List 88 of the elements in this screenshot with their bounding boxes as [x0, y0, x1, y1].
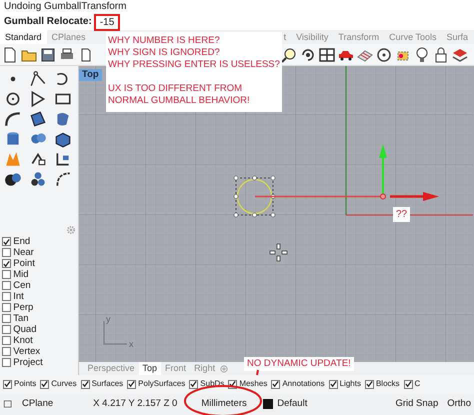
checkbox[interactable]: [271, 380, 280, 388]
note-text: UX IS TOO DIFFERENT FROM NORMAL GUMBALL BEHAVIOR!: [108, 83, 251, 107]
lightbulb-icon[interactable]: [414, 46, 430, 62]
toolbar-tab[interactable]: Curve Tools: [384, 30, 442, 44]
checkbox[interactable]: [189, 380, 198, 388]
layers-icon[interactable]: [452, 46, 468, 62]
filter-label: Surfaces: [92, 378, 124, 390]
checkbox[interactable]: [364, 380, 374, 388]
checkbox[interactable]: [2, 358, 11, 367]
toolbar-tab[interactable]: Visibility: [291, 30, 334, 44]
checkbox[interactable]: [80, 380, 90, 388]
units-label[interactable]: Millimeters: [201, 396, 247, 412]
checkbox[interactable]: [2, 281, 11, 290]
save-icon[interactable]: [40, 46, 56, 62]
filter-label: C: [414, 378, 420, 390]
osnap-label: Mid: [13, 269, 29, 280]
coordinates: X 4.217 Y 2.157 Z 0: [93, 396, 178, 411]
viewport-tab[interactable]: Top: [138, 362, 162, 375]
viewport-title[interactable]: Top: [79, 69, 102, 81]
axis-label: x: [129, 339, 134, 349]
new-file-icon[interactable]: [2, 46, 18, 62]
axis-label: y: [106, 314, 110, 324]
osnap-label: Vertex: [13, 346, 40, 357]
rotate-view-icon[interactable]: [300, 46, 316, 62]
osnap-label: Point: [13, 258, 35, 269]
leader-line: [256, 370, 259, 376]
four-viewports-icon[interactable]: [319, 46, 335, 62]
cplane-label[interactable]: CPlane: [22, 396, 54, 412]
panel-icon[interactable]: [3, 399, 13, 409]
checkbox[interactable]: [2, 248, 11, 257]
checkbox[interactable]: [2, 325, 11, 334]
osnap-label: Quad: [13, 324, 36, 335]
checkbox[interactable]: [2, 270, 11, 279]
arc-icon[interactable]: [3, 110, 23, 128]
surface-icon[interactable]: [28, 110, 48, 128]
checkbox[interactable]: [40, 380, 50, 388]
checkbox[interactable]: [2, 259, 11, 268]
checkbox[interactable]: [2, 314, 11, 323]
filter-label: Annotations: [282, 378, 325, 390]
toolbar-tab[interactable]: t: [282, 30, 292, 44]
viewport-tab[interactable]: Perspective: [84, 362, 139, 375]
command-prompt: Gumball Relocate:: [4, 15, 92, 29]
toolbar-tab[interactable]: Transform: [333, 30, 384, 44]
checkbox[interactable]: [3, 380, 12, 388]
toolbar-tab[interactable]: Standard: [0, 30, 47, 44]
checkbox[interactable]: [404, 380, 413, 388]
osnap-label: Project: [13, 357, 43, 368]
filter-label: PolySurfaces: [138, 378, 186, 390]
cursor-drawing: [270, 244, 288, 262]
osnap-label: Int: [13, 291, 24, 302]
filter-label: Meshes: [239, 378, 268, 390]
filter-label: Points: [14, 378, 36, 390]
checkbox[interactable]: [2, 237, 11, 246]
note-text: NO DYNAMIC UPDATE!: [244, 357, 354, 371]
status-toggle[interactable]: Grid Snap: [395, 396, 438, 412]
checkbox[interactable]: [2, 336, 11, 345]
osnap-label: Near: [13, 247, 34, 258]
osnap-label: Cen: [13, 280, 31, 291]
selected-circle[interactable]: [234, 176, 276, 218]
toolbar-tab[interactable]: Surfa: [441, 30, 473, 44]
toolbar-tab[interactable]: CPlanes: [46, 30, 91, 44]
status-message: Undoing GumballTransform: [3, 0, 128, 14]
viewport-tab[interactable]: Right: [190, 362, 220, 375]
layer-swatch[interactable]: [262, 399, 273, 409]
filter-label: Curves: [51, 378, 77, 390]
osnap-label: Knot: [13, 335, 33, 346]
layer-label[interactable]: Default: [277, 396, 308, 412]
note-text: ??: [393, 207, 410, 222]
viewport-tab[interactable]: Front: [161, 362, 190, 375]
box-icon[interactable]: [53, 130, 73, 148]
lock-icon[interactable]: [433, 46, 449, 62]
note-text: WHY NUMBER IS HERE?: [108, 35, 221, 47]
osnap-label: Perp: [13, 302, 34, 313]
zoom-icon[interactable]: [281, 46, 297, 62]
note-text: WHY SIGN IS IGNORED?: [108, 47, 221, 59]
osnap-label: Tan: [13, 313, 29, 324]
circle-target-icon[interactable]: [376, 46, 392, 62]
checkbox[interactable]: [127, 380, 136, 388]
filter-label: Blocks: [376, 378, 400, 390]
osnap-label: End: [13, 236, 30, 247]
filter-label: Lights: [340, 378, 361, 390]
status-toggle[interactable]: Ortho: [447, 396, 471, 412]
checkbox[interactable]: [2, 292, 11, 301]
polyline-icon[interactable]: [28, 70, 48, 88]
command-value[interactable]: -15: [94, 14, 120, 30]
checkbox[interactable]: [328, 380, 338, 388]
checkbox[interactable]: [2, 347, 11, 356]
checkbox[interactable]: [2, 303, 11, 312]
